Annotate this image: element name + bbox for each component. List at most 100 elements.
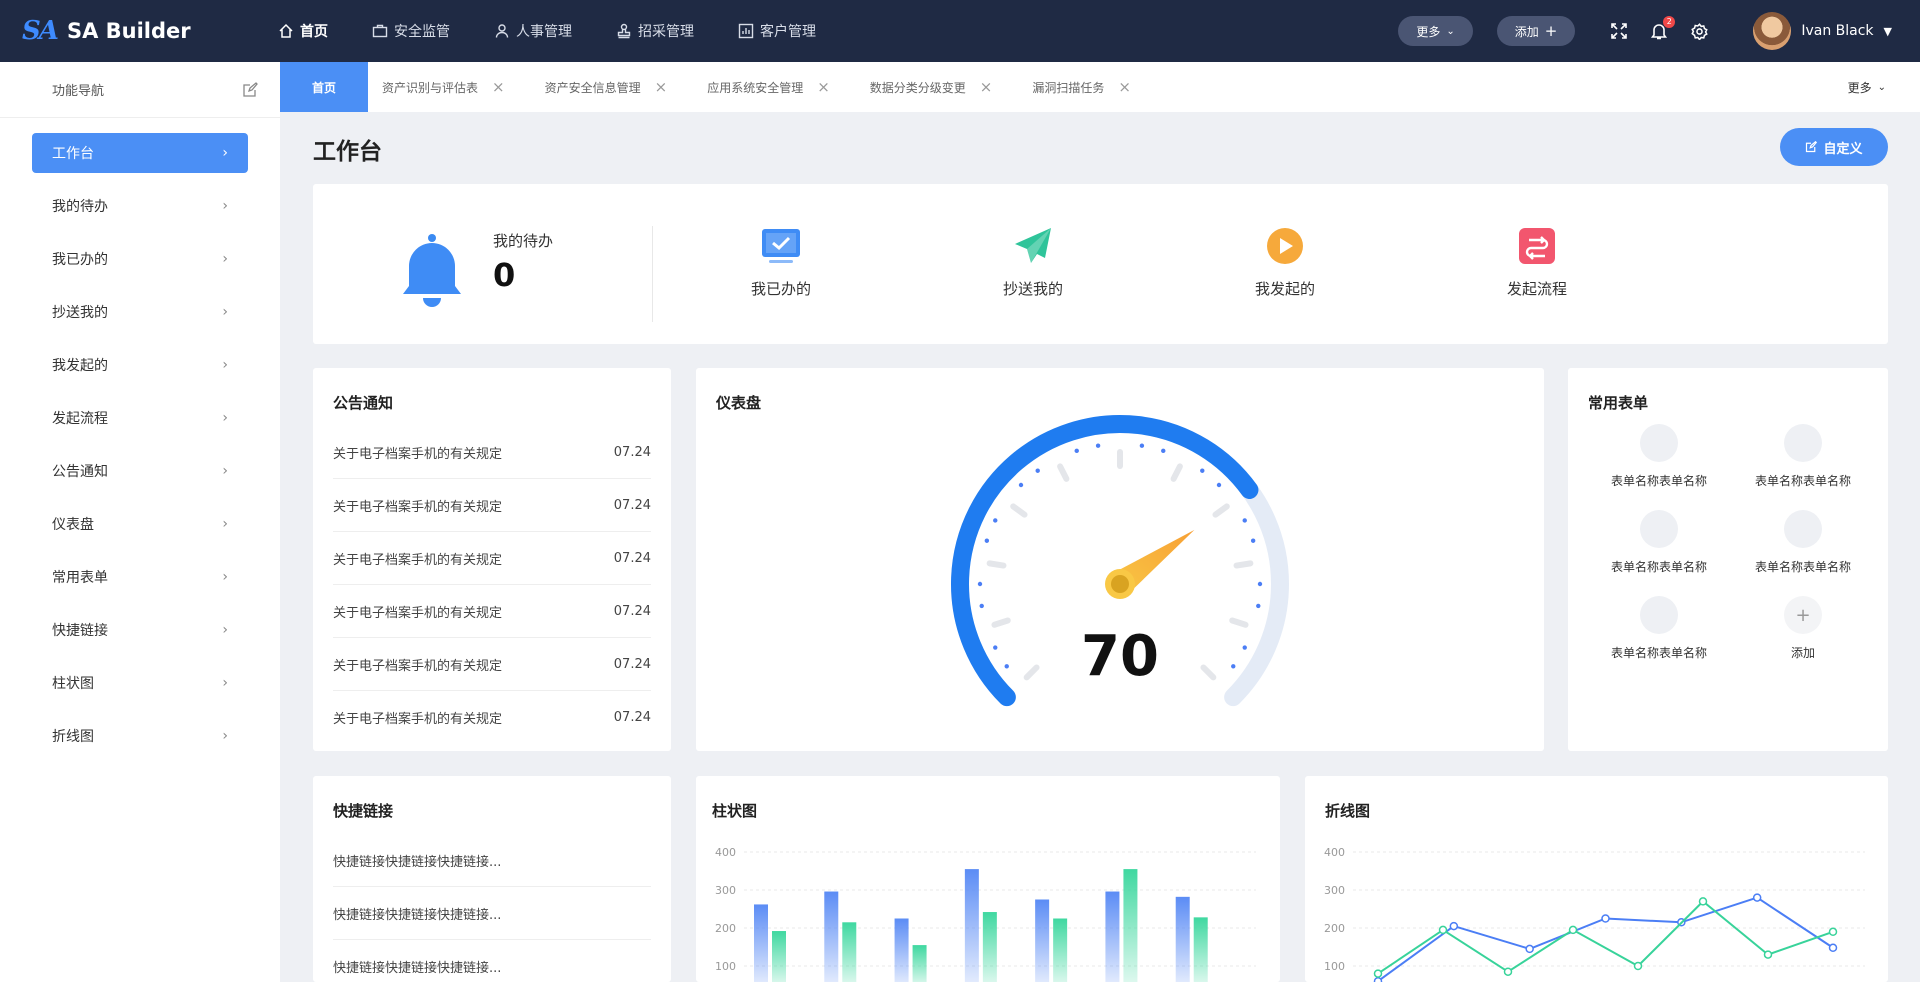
- sidebar-item-7[interactable]: 仪表盘 ›: [32, 504, 248, 544]
- line-chart: 400 300 200 100: [1324, 846, 1865, 982]
- line-point: [1828, 927, 1838, 937]
- quick-links-card: 快捷链接 快捷链接快捷链接快捷链接... 快捷链接快捷链接快捷链接... 快捷链接快…: [313, 776, 671, 982]
- line-point: [1601, 914, 1610, 923]
- topnav-label: 首页: [300, 24, 328, 40]
- topnav-item-2[interactable]: 人事管理: [494, 0, 572, 62]
- todo-summary-card: 我的待办 0 我已办的 抄送我的 我发起的 发起流程: [313, 184, 1888, 344]
- add-form-item[interactable]: + 添加: [1728, 596, 1878, 661]
- close-icon[interactable]: ×: [1118, 78, 1131, 96]
- notice-row[interactable]: 关于电子档案手机的有关规定 07.24: [333, 585, 651, 638]
- tab-2[interactable]: 资产安全信息管理 ×: [531, 62, 694, 112]
- sidebar-item-label: 公告通知: [52, 464, 108, 480]
- play-circle-icon: [1267, 228, 1303, 264]
- logo-mark: SA: [22, 16, 59, 46]
- user-avatar[interactable]: [1753, 12, 1792, 50]
- tab-3[interactable]: 应用系统安全管理 ×: [693, 62, 856, 112]
- form-item[interactable]: 表单名称表单名称: [1728, 424, 1878, 489]
- notice-row[interactable]: 关于电子档案手机的有关规定 07.24: [333, 638, 651, 691]
- sidebar-item-0[interactable]: 工作台 ›: [32, 133, 248, 173]
- quick-link-row[interactable]: 快捷链接快捷链接快捷链接...: [333, 834, 651, 887]
- my-pending-block[interactable]: 我的待办 0: [393, 226, 653, 322]
- quick-link-text: 快捷链接快捷链接快捷链接...: [333, 907, 502, 923]
- add-button[interactable]: 添加 +: [1496, 16, 1576, 46]
- topnav-label: 安全监管: [394, 24, 450, 40]
- pending-label: 我的待办: [493, 232, 554, 250]
- sidebar-item-11[interactable]: 折线图 ›: [32, 716, 248, 756]
- sidebar-item-6[interactable]: 公告通知 ›: [32, 451, 248, 491]
- sidebar-item-2[interactable]: 我已办的 ›: [32, 239, 248, 279]
- plus-icon: +: [1784, 596, 1822, 634]
- form-label: 表单名称表单名称: [1610, 474, 1707, 488]
- form-label: 表单名称表单名称: [1610, 646, 1707, 660]
- more-menu-button[interactable]: 更多 ⌄: [1398, 16, 1473, 46]
- tabs-more-button[interactable]: 更多 ⌄: [1848, 62, 1886, 112]
- settings-gear-icon[interactable]: [1689, 21, 1709, 41]
- chevron-right-icon: ›: [222, 304, 228, 320]
- sidebar-item-9[interactable]: 快捷链接 ›: [32, 610, 248, 650]
- notice-date: 07.24: [613, 656, 651, 672]
- tab-label: 漏洞扫描任务: [1032, 80, 1105, 95]
- close-icon[interactable]: ×: [817, 78, 830, 96]
- gauge-minor-tick: [1035, 468, 1040, 473]
- gauge-major-tick: [1200, 664, 1217, 681]
- flow-icon: [1519, 228, 1555, 264]
- app-title: SA Builder: [66, 19, 191, 43]
- notification-bell-icon[interactable]: 2: [1649, 16, 1676, 41]
- gauge-minor-tick: [979, 603, 984, 609]
- todo-item-label: 抄送我的: [1002, 280, 1063, 298]
- sidebar-item-4[interactable]: 我发起的 ›: [32, 345, 248, 385]
- tab-0[interactable]: 首页: [280, 62, 368, 112]
- gauge-card: 仪表盘 70: [696, 368, 1544, 751]
- sidebar-item-8[interactable]: 常用表单 ›: [32, 557, 248, 597]
- tab-5[interactable]: 漏洞扫描任务 ×: [1018, 62, 1157, 112]
- app-logo[interactable]: SA SA Builder: [22, 16, 278, 46]
- todo-item-1[interactable]: 抄送我的: [943, 226, 1123, 299]
- fullscreen-icon[interactable]: [1609, 21, 1629, 41]
- todo-item-2[interactable]: 我发起的: [1195, 226, 1375, 299]
- topnav-item-0[interactable]: 首页: [278, 0, 328, 62]
- todo-item-label: 我发起的: [1254, 280, 1315, 298]
- form-item[interactable]: 表单名称表单名称: [1584, 596, 1734, 661]
- sidebar-item-1[interactable]: 我的待办 ›: [32, 186, 248, 226]
- line-series-1: [1377, 900, 1834, 975]
- close-icon[interactable]: ×: [980, 78, 993, 96]
- notice-row[interactable]: 关于电子档案手机的有关规定 07.24: [333, 426, 651, 479]
- topnav-item-4[interactable]: 客户管理: [738, 0, 816, 62]
- top-right-actions: 更多 ⌄ 添加 + 2 Ivan Black ▼: [1398, 0, 1920, 62]
- close-icon[interactable]: ×: [655, 78, 668, 96]
- notice-row[interactable]: 关于电子档案手机的有关规定 07.24: [333, 691, 651, 744]
- sidebar-item-10[interactable]: 柱状图 ›: [32, 663, 248, 703]
- caret-down-icon[interactable]: ▼: [1884, 25, 1892, 38]
- todo-item-0[interactable]: 我已办的: [691, 226, 871, 299]
- sidebar-item-3[interactable]: 抄送我的 ›: [32, 292, 248, 332]
- customize-button[interactable]: 自定义: [1780, 128, 1888, 166]
- gauge-major-tick: [1229, 617, 1249, 628]
- customize-label: 自定义: [1823, 141, 1863, 157]
- todo-item-3[interactable]: 发起流程: [1447, 226, 1627, 299]
- tab-label: 应用系统安全管理: [707, 80, 804, 95]
- sidebar-item-label: 我发起的: [52, 358, 108, 374]
- notice-row[interactable]: 关于电子档案手机的有关规定 07.24: [333, 532, 651, 585]
- tab-4[interactable]: 数据分类分级变更 ×: [856, 62, 1019, 112]
- topnav-item-3[interactable]: 招采管理: [616, 0, 694, 62]
- notice-text: 关于电子档案手机的有关规定: [333, 605, 503, 621]
- edit-icon[interactable]: [242, 81, 258, 98]
- topnav-label: 人事管理: [516, 24, 572, 40]
- form-item[interactable]: 表单名称表单名称: [1728, 510, 1878, 575]
- form-icon: [1640, 510, 1678, 548]
- form-item[interactable]: 表单名称表单名称: [1584, 424, 1734, 489]
- user-name[interactable]: Ivan Black: [1801, 23, 1873, 39]
- chevron-right-icon: ›: [222, 145, 228, 161]
- quick-link-row[interactable]: 快捷链接快捷链接快捷链接...: [333, 940, 651, 982]
- sidebar-item-5[interactable]: 发起流程 ›: [32, 398, 248, 438]
- close-icon[interactable]: ×: [492, 78, 505, 96]
- line-point: [1373, 976, 1383, 982]
- gauge-minor-tick: [993, 645, 998, 650]
- tab-1[interactable]: 资产识别与评估表 ×: [368, 62, 531, 112]
- topnav-item-1[interactable]: 安全监管: [372, 0, 450, 62]
- quick-link-row[interactable]: 快捷链接快捷链接快捷链接...: [333, 887, 651, 940]
- line-point: [1373, 969, 1383, 978]
- line-point: [1633, 961, 1643, 971]
- notice-row[interactable]: 关于电子档案手机的有关规定 07.24: [333, 479, 651, 532]
- form-item[interactable]: 表单名称表单名称: [1584, 510, 1734, 575]
